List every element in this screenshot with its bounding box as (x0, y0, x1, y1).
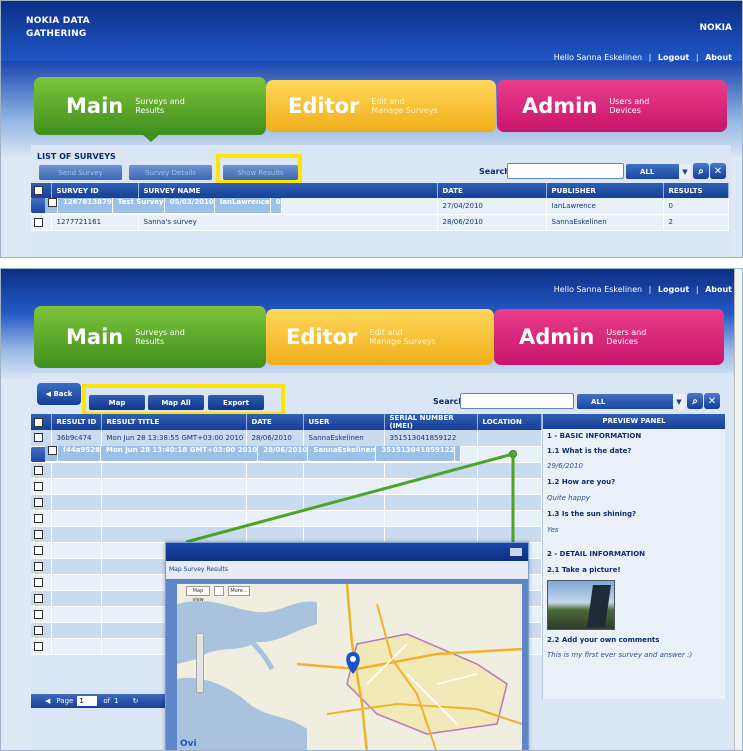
about-link[interactable]: About (705, 53, 732, 62)
zoom-slider[interactable] (196, 633, 204, 693)
tab-main[interactable]: Main Surveys and Results (34, 77, 266, 135)
table-header: SURVEY ID SURVEY NAME DATE PUBLISHER RES… (31, 183, 729, 198)
filter-value: ALL (640, 167, 655, 176)
tab-editor-sub: Edit and Manage Surveys (371, 97, 438, 115)
logout-link[interactable]: Logout (658, 53, 689, 62)
cell: 1267813879 (58, 197, 113, 214)
survey-results-screen: Hello Sanna Eskelinen | Logout | About M… (0, 268, 743, 751)
map-graphic (177, 584, 522, 750)
row-checkbox[interactable] (31, 214, 52, 231)
search-label: Search (479, 167, 510, 176)
tab-admin-label: Admin (522, 94, 598, 118)
tab-editor[interactable]: Editor Edit and Manage Surveys (266, 80, 496, 132)
tab-admin-sub: Users and Devices (609, 97, 650, 115)
search-icon[interactable]: ⌕ (693, 163, 709, 179)
survey-table: SURVEY ID SURVEY NAME DATE PUBLISHER RES… (31, 183, 729, 231)
map-canvas[interactable] (177, 584, 522, 750)
cell: 27/04/2010 (437, 198, 547, 215)
send-survey-button[interactable]: Send Survey (39, 165, 122, 180)
tab-main-sub: Surveys and Results (135, 97, 185, 115)
highlight-box (216, 154, 302, 184)
map-view-button[interactable]: Map view (186, 586, 210, 603)
user-bar: Hello Sanna Eskelinen | Logout | About (552, 53, 734, 62)
brand-title: NOKIA DATA GATHERING (26, 16, 90, 39)
col-publisher[interactable]: PUBLISHER (546, 183, 664, 198)
table-row[interactable]: 1277721161 Sanna's survey 28/06/2010 San… (31, 214, 729, 231)
map-titlebar (166, 543, 528, 561)
cell: IanLawrence (546, 198, 664, 215)
row-checkbox[interactable] (45, 197, 58, 214)
tab-admin[interactable]: Admin Users and Devices (497, 80, 727, 132)
cell: 2 (663, 214, 729, 231)
map-mode-button[interactable] (214, 586, 224, 596)
section-title: LIST OF SURVEYS (37, 152, 116, 161)
cell: 0 (270, 197, 282, 214)
chevron-down-icon: ▼ (679, 164, 691, 179)
col-survey-name[interactable]: SURVEY NAME (138, 183, 438, 198)
cell: 1277721161 (51, 214, 139, 231)
map-more-button[interactable]: More... (228, 586, 250, 596)
col-survey-id[interactable]: SURVEY ID (51, 183, 139, 198)
cell: 28/06/2010 (437, 214, 547, 231)
close-icon[interactable]: ✕ (710, 163, 726, 179)
cell: 05/03/2010 (164, 197, 215, 214)
cell: SannaEskelinen (546, 214, 664, 231)
col-results[interactable]: RESULTS (663, 183, 729, 198)
map-title: Map Survey Results (166, 561, 528, 579)
cell: Sanna's survey (138, 214, 438, 231)
separator: | (648, 53, 652, 62)
app-header: NOKIA DATA GATHERING NOKIA (1, 1, 742, 61)
cell: 0 (663, 198, 729, 215)
map-popup: Map Survey Results Map view More... Ovi (165, 542, 529, 750)
separator: | (695, 53, 699, 62)
col-date[interactable]: DATE (437, 183, 547, 198)
greeting-text: Hello Sanna Eskelinen (553, 53, 643, 62)
close-icon[interactable] (510, 548, 522, 556)
search-input[interactable] (507, 163, 624, 179)
select-all-checkbox[interactable] (31, 183, 52, 198)
tab-main-label: Main (66, 94, 124, 118)
ovi-logo: Ovi (180, 739, 197, 749)
tab-editor-label: Editor (288, 94, 360, 118)
cell: IanLawrence (214, 197, 271, 214)
nokia-logo: NOKIA (699, 23, 732, 33)
survey-list-screen: NOKIA DATA GATHERING NOKIA Hello Sanna E… (0, 0, 743, 258)
tab-pointer (142, 134, 160, 142)
cell: Test Survey (112, 197, 165, 214)
table-row[interactable]: 1267813879 Test Survey 05/03/2010 IanLaw… (31, 197, 282, 214)
filter-select[interactable]: ALL ▼ (626, 164, 691, 179)
callout-line (185, 452, 514, 544)
survey-details-button[interactable]: Survey Details (129, 165, 212, 180)
